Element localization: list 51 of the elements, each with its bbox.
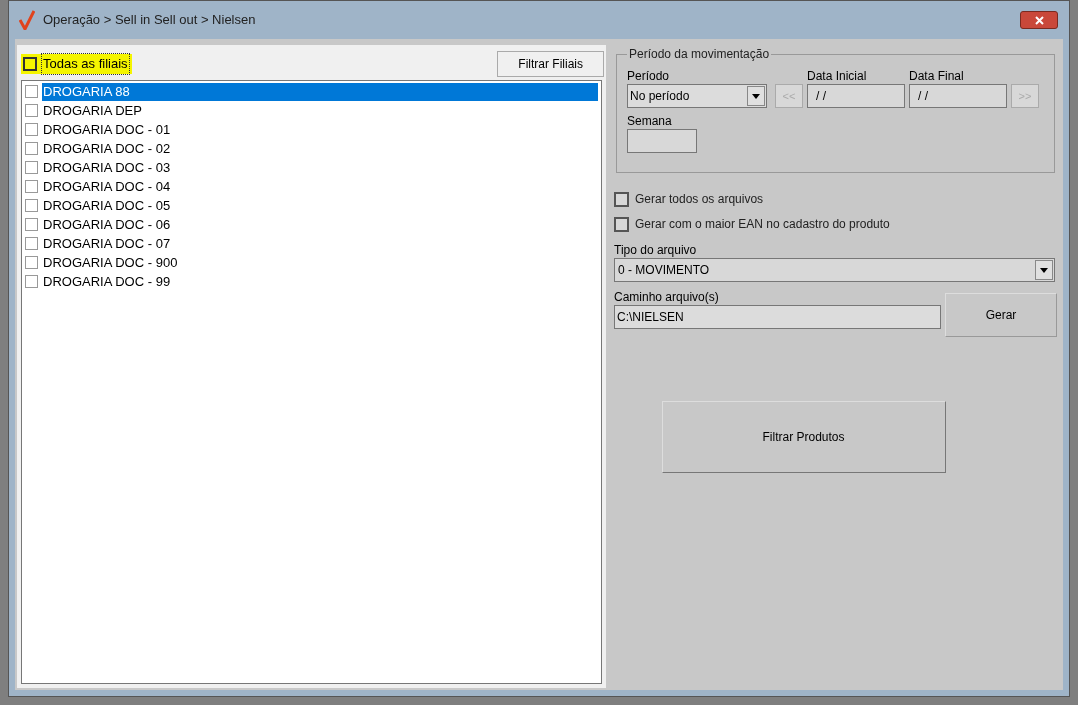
checkbox[interactable] xyxy=(25,256,38,269)
week-field[interactable] xyxy=(627,129,697,153)
window-title: Operação > Sell in Sell out > Nielsen xyxy=(43,11,256,30)
checkbox[interactable] xyxy=(25,123,38,136)
field-label: Semana xyxy=(627,113,673,129)
filter-branches-button[interactable]: Filtrar Filiais xyxy=(497,51,604,77)
dropdown-button[interactable] xyxy=(747,86,765,106)
branch-list-item[interactable]: DROGARIA DOC - 03 xyxy=(22,158,601,177)
checkbox[interactable] xyxy=(23,57,37,71)
option-checkbox-label[interactable]: Gerar todos os arquivos xyxy=(614,191,1057,207)
branch-list-item[interactable]: DROGARIA DOC - 05 xyxy=(22,196,601,215)
field-label: Tipo do arquivo xyxy=(614,242,698,258)
checkbox[interactable] xyxy=(25,85,38,98)
period-dropdown[interactable]: No período xyxy=(627,84,767,108)
checkmark-logo-icon xyxy=(19,10,35,30)
checkbox[interactable] xyxy=(25,180,38,193)
start-date-field[interactable]: / / xyxy=(807,84,905,108)
close-button[interactable] xyxy=(1020,11,1058,29)
checkbox[interactable] xyxy=(25,218,38,231)
file-type-dropdown[interactable]: 0 - MOVIMENTO xyxy=(614,258,1055,282)
branch-list-item[interactable]: DROGARIA DOC - 99 xyxy=(22,272,601,291)
group-title: Período da movimentação xyxy=(628,46,771,63)
checkbox[interactable] xyxy=(614,216,629,232)
field-label: Data Inicial xyxy=(807,68,868,84)
all-branches-checkbox-label[interactable]: Todas as filiais xyxy=(21,54,132,74)
checkbox[interactable] xyxy=(25,161,38,174)
checkbox[interactable] xyxy=(25,199,38,212)
branch-list-item[interactable]: DROGARIA DOC - 02 xyxy=(22,139,601,158)
end-date-field[interactable]: / / xyxy=(909,84,1007,108)
checkbox[interactable] xyxy=(25,237,38,250)
branch-list-item[interactable]: DROGARIA DOC - 01 xyxy=(22,120,601,139)
caret-icon xyxy=(1040,267,1048,273)
caret-icon xyxy=(752,93,760,99)
field-label: Período xyxy=(627,68,671,84)
branch-list-item[interactable]: DROGARIA DOC - 07 xyxy=(22,234,601,253)
field-label: Caminho arquivo(s) xyxy=(614,289,720,305)
checkbox[interactable] xyxy=(614,191,629,207)
checkbox[interactable] xyxy=(25,275,38,288)
checkbox[interactable] xyxy=(25,104,38,117)
branch-list-item[interactable]: DROGARIA DEP xyxy=(22,101,601,120)
filter-products-button[interactable]: Filtrar Produtos xyxy=(661,401,946,473)
option-checkbox-label[interactable]: Gerar com o maior EAN no cadastro do produto xyxy=(614,216,1057,232)
branch-list-item[interactable]: DROGARIA DOC - 06 xyxy=(22,215,601,234)
dropdown-button[interactable] xyxy=(1035,260,1053,280)
generate-button[interactable]: Gerar xyxy=(945,293,1057,337)
close-icon xyxy=(1034,15,1044,25)
branch-list-item[interactable]: DROGARIA DOC - 900 xyxy=(22,253,601,272)
path-field[interactable]: C:\NIELSEN xyxy=(614,305,941,329)
branch-list-item[interactable]: DROGARIA DOC - 04 xyxy=(22,177,601,196)
checkbox[interactable] xyxy=(25,142,38,155)
field-label: Data Final xyxy=(909,68,965,84)
